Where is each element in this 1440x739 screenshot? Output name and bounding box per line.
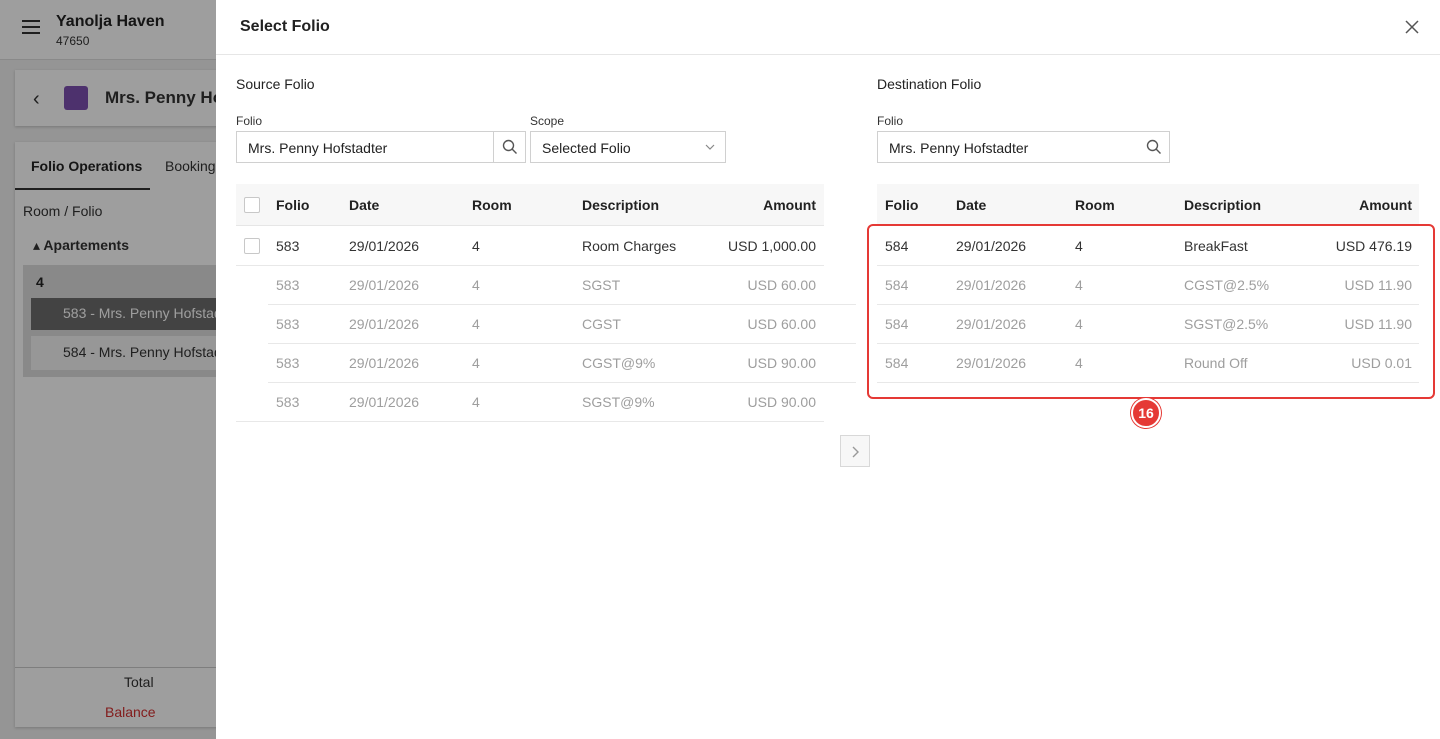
cell-date: 29/01/2026 (349, 316, 420, 332)
cell-room: 4 (472, 355, 480, 371)
col-description: Description (582, 197, 660, 213)
close-icon (1405, 20, 1419, 34)
col-room: Room (1075, 197, 1115, 213)
select-folio-drawer: Select Folio Source Folio Folio Mrs. Pen… (216, 0, 1440, 739)
search-icon (1146, 139, 1161, 154)
row-checkbox[interactable] (244, 238, 260, 254)
table-row: 583 29/01/2026 4 SGST USD 60.00 (268, 266, 856, 305)
cell-folio: 583 (276, 394, 300, 410)
cell-date: 29/01/2026 (349, 238, 420, 254)
source-table-header: Folio Date Room Description Amount (236, 184, 824, 226)
search-icon (502, 139, 517, 154)
cell-room: 4 (472, 394, 480, 410)
col-description: Description (1184, 197, 1262, 213)
col-date: Date (349, 197, 380, 213)
highlight-box (867, 224, 1435, 399)
col-date: Date (956, 197, 987, 213)
source-search-button[interactable] (494, 131, 526, 163)
cell-description: CGST (582, 316, 621, 332)
cell-amount: USD 60.00 (747, 316, 816, 332)
destination-folio-title: Destination Folio (877, 76, 982, 92)
cell-description: Room Charges (582, 238, 677, 254)
cell-date: 29/01/2026 (349, 277, 420, 293)
col-folio: Folio (885, 197, 919, 213)
scope-select[interactable]: Selected Folio (530, 131, 726, 163)
cell-amount: USD 1,000.00 (728, 238, 816, 254)
table-row: 583 29/01/2026 4 CGST@9% USD 90.00 (268, 344, 856, 383)
cell-folio: 583 (276, 238, 300, 254)
scope-label: Scope (530, 114, 565, 128)
move-to-destination-button[interactable] (840, 435, 870, 467)
destination-search-button[interactable] (1138, 131, 1170, 163)
cell-description: SGST@9% (582, 394, 655, 410)
source-folio-label: Folio (236, 114, 263, 128)
select-all-checkbox[interactable] (244, 197, 260, 213)
cell-description: CGST@9% (582, 355, 656, 371)
cell-room: 4 (472, 316, 480, 332)
table-row: 583 29/01/2026 4 SGST@9% USD 90.00 (236, 383, 824, 422)
table-row[interactable]: 583 29/01/2026 4 Room Charges USD 1,000.… (236, 227, 824, 266)
source-folio-input[interactable]: Mrs. Penny Hofstadter (236, 131, 494, 163)
cell-description: SGST (582, 277, 621, 293)
table-row: 583 29/01/2026 4 CGST USD 60.00 (268, 305, 856, 344)
chevron-right-icon (852, 446, 859, 458)
col-amount: Amount (763, 197, 816, 213)
close-button[interactable] (1402, 17, 1422, 37)
cell-folio: 583 (276, 316, 300, 332)
col-room: Room (472, 197, 512, 213)
cell-room: 4 (472, 277, 480, 293)
cell-amount: USD 60.00 (747, 277, 816, 293)
chevron-down-icon (705, 144, 715, 150)
cell-folio: 583 (276, 355, 300, 371)
cell-amount: USD 90.00 (747, 355, 816, 371)
source-folio-title: Source Folio (236, 76, 315, 92)
destination-folio-label: Folio (877, 114, 904, 128)
cell-room: 4 (472, 238, 480, 254)
cell-amount: USD 90.00 (747, 394, 816, 410)
cell-folio: 583 (276, 277, 300, 293)
source-table: Folio Date Room Description Amount 583 2… (236, 184, 856, 424)
destination-folio-input[interactable]: Mrs. Penny Hofstadter (877, 131, 1139, 163)
cell-date: 29/01/2026 (349, 394, 420, 410)
drawer-header: Select Folio (216, 0, 1440, 55)
col-amount: Amount (1359, 197, 1412, 213)
drawer-title: Select Folio (240, 18, 330, 35)
col-folio: Folio (276, 197, 310, 213)
scope-value: Selected Folio (542, 140, 631, 156)
cell-date: 29/01/2026 (349, 355, 420, 371)
destination-table-header: Folio Date Room Description Amount (877, 184, 1419, 226)
step-badge: 16 (1131, 398, 1161, 428)
